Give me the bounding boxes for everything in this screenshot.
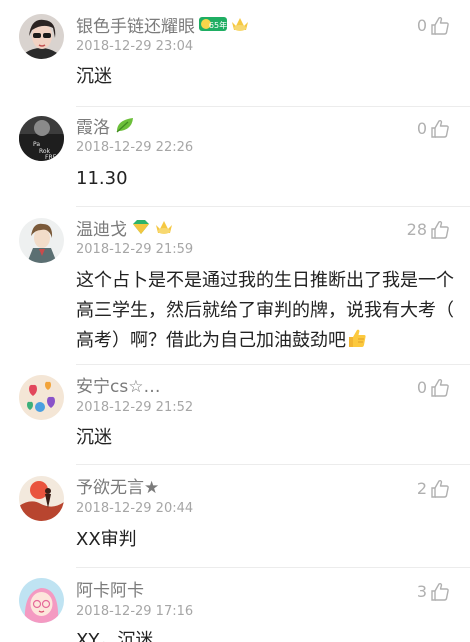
svg-text:65年: 65年 — [209, 20, 227, 30]
comment-item: 予欲无言★ 2018-12-29 20:44 2 XX审判 — [0, 465, 470, 567]
thumb-up-icon — [431, 119, 449, 138]
username[interactable]: 予欲无言★ — [76, 477, 159, 499]
comment-content-line: 高考）啊？借此为自己加油鼓劲吧 — [76, 326, 456, 359]
comment-content-line: 这个占卜是不是通过我的生日推断出了我是一个 — [76, 270, 454, 291]
comment-item: 银色手链还耀眼 65年 2018-12-29 23:04 0 沉迷 — [0, 0, 470, 106]
avatar-pink-girl-icon — [19, 578, 64, 623]
comment-content: 11.30 — [76, 168, 128, 189]
comment-content-text: 高考）啊？借此为自己加油鼓劲吧 — [76, 330, 346, 351]
comment-timestamp: 2018-12-29 22:26 — [76, 140, 194, 155]
crown-badge-icon — [230, 15, 250, 39]
thumb-up-icon — [431, 479, 449, 498]
comment-item: 安宁cs☆… 2018-12-29 21:52 0 沉迷 — [0, 365, 470, 464]
thumb-up-icon — [431, 378, 449, 397]
comment-content-line: 高三学生，然后就给了审判的牌，说我有大考（ — [76, 300, 454, 321]
like-button[interactable]: 0 — [417, 119, 450, 139]
svg-text:FRE: FRE — [45, 154, 57, 161]
thumb-up-icon — [431, 16, 449, 35]
comment-timestamp: 2018-12-29 17:16 — [76, 604, 194, 619]
comment-timestamp: 2018-12-29 20:44 — [76, 501, 194, 516]
comment-content: XY，沉迷 — [76, 630, 154, 642]
avatar-woman-sunglasses-icon — [19, 14, 64, 59]
user-avatar[interactable] — [19, 578, 64, 623]
username-text[interactable]: 温迪戈 — [76, 220, 127, 240]
thumb-up-icon — [431, 220, 449, 239]
user-avatar[interactable] — [19, 218, 64, 263]
username[interactable]: 银色手链还耀眼 65年 — [76, 15, 253, 39]
username[interactable]: 安宁cs☆… — [76, 376, 160, 398]
like-count: 0 — [416, 119, 427, 138]
comment-item: 温迪戈 2018-12-29 21:59 28 这个占卜是不是通过我的生日推断出… — [0, 207, 470, 364]
like-button[interactable]: 3 — [417, 582, 450, 602]
user-avatar[interactable] — [19, 476, 64, 521]
comment-timestamp: 2018-12-29 21:52 — [76, 400, 194, 415]
username[interactable]: 阿卡阿卡 — [76, 580, 144, 602]
comment-content: 沉迷 — [76, 66, 112, 87]
username-text[interactable]: 银色手链还耀眼 — [76, 17, 195, 37]
username-text[interactable]: 霞洛 — [76, 118, 110, 138]
username[interactable]: 霞洛 — [76, 116, 139, 140]
thumb-up-icon — [431, 582, 449, 601]
like-count: 28 — [406, 220, 427, 239]
leaf-badge-icon — [114, 116, 136, 140]
thumbs-up-emoji-icon — [346, 327, 368, 359]
user-avatar[interactable] — [19, 375, 64, 420]
comment-timestamp: 2018-12-29 23:04 — [76, 39, 194, 54]
like-button[interactable]: 0 — [417, 16, 450, 36]
comment-list: 银色手链还耀眼 65年 2018-12-29 23:04 0 沉迷 Pa Rok… — [0, 0, 470, 642]
like-button[interactable]: 0 — [417, 378, 450, 398]
avatar-anime-man-icon — [19, 218, 64, 263]
like-count: 3 — [416, 582, 427, 601]
comment-item: 阿卡阿卡 2018-12-29 17:16 3 XY，沉迷 — [0, 568, 470, 642]
like-button[interactable]: 28 — [407, 220, 450, 240]
svg-text:Pa: Pa — [33, 141, 40, 148]
like-count: 0 — [416, 378, 427, 397]
like-button[interactable]: 2 — [417, 479, 450, 499]
comment-content: XX审判 — [76, 529, 137, 550]
user-avatar[interactable] — [19, 14, 64, 59]
avatar-colorful-hearts-icon — [19, 375, 64, 420]
crown-badge-icon — [154, 218, 174, 242]
like-count: 2 — [416, 479, 427, 498]
user-avatar[interactable]: Pa Rok FRE — [19, 116, 64, 161]
avatar-red-sunset-icon — [19, 476, 64, 521]
level-badge-icon: 65年 — [199, 16, 227, 38]
username[interactable]: 温迪戈 — [76, 218, 177, 242]
gem-badge-icon — [131, 218, 151, 242]
avatar-dark-jacket-icon: Pa Rok FRE — [19, 116, 64, 161]
comment-item: Pa Rok FRE 霞洛 2018-12-29 22:26 0 11.30 — [0, 107, 470, 206]
comment-content: 这个占卜是不是通过我的生日推断出了我是一个 高三学生，然后就给了审判的牌，说我有… — [76, 266, 456, 359]
comment-timestamp: 2018-12-29 21:59 — [76, 242, 194, 257]
comment-content: 沉迷 — [76, 427, 112, 448]
like-count: 0 — [416, 16, 427, 35]
